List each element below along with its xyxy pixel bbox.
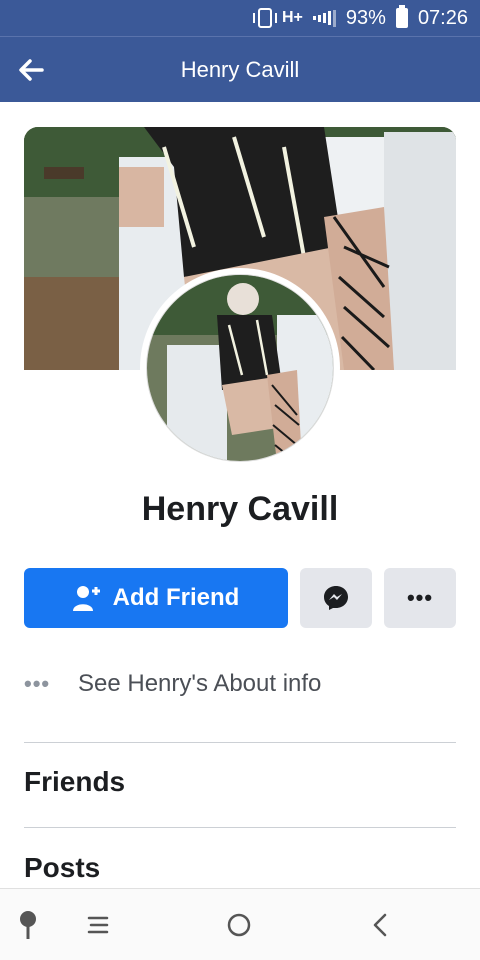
add-friend-label: Add Friend [112,584,240,611]
back-arrow-icon[interactable] [16,55,46,85]
menu-icon[interactable] [80,907,116,943]
message-button[interactable] [300,568,372,628]
home-icon[interactable] [221,907,257,943]
about-label: See Henry's About info [78,670,322,697]
app-header: Henry Cavill [0,36,480,102]
add-friend-button[interactable]: Add Friend [24,568,288,628]
about-info-link[interactable]: ••• See Henry's About info [24,662,321,706]
battery-icon [395,5,408,28]
messenger-icon [324,586,348,610]
header-title: Henry Cavill [180,56,300,82]
user-plus-icon [72,586,100,611]
network-type: H+ [282,9,303,26]
status-bar: H+ 93% 07:26 [0,0,480,36]
battery-percent: 93% [345,6,386,29]
more-horizontal-icon: ••• [24,671,51,696]
divider [24,742,456,743]
friends-section-title[interactable]: Friends [24,766,125,798]
signal-icon [312,9,336,27]
divider [24,827,456,828]
profile-avatar[interactable] [140,268,340,468]
vibrate-icon [253,8,277,28]
system-nav-bar [0,888,480,960]
more-horizontal-icon: ••• [406,585,434,610]
assistant-icon[interactable] [10,907,46,943]
profile-name: Henry Cavill [141,490,339,528]
clock: 07:26 [417,6,468,29]
back-icon[interactable] [362,907,398,943]
more-options-button[interactable]: ••• [384,568,456,628]
posts-section-title[interactable]: Posts [24,852,100,884]
